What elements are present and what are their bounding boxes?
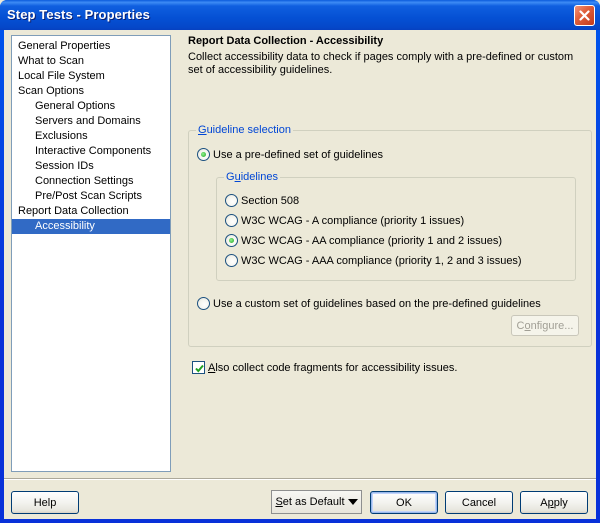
set-as-default-button[interactable]: Set as Default (271, 490, 362, 514)
ok-button[interactable]: OK (370, 491, 438, 514)
guideline-option-radio[interactable]: Section 508 (225, 193, 299, 208)
tree-item[interactable]: Pre/Post Scan Scripts (12, 189, 170, 204)
configure-button[interactable]: Co nfigure... (511, 315, 579, 336)
tree-item[interactable]: Session IDs (12, 159, 170, 174)
radio-button[interactable] (197, 297, 210, 310)
radio-button[interactable] (197, 148, 210, 161)
tree-item[interactable]: Local File System (12, 69, 170, 84)
code-fragments-label: Also collect code fragments for accessib… (208, 361, 458, 374)
dropdown-arrow-icon (347, 499, 358, 505)
guideline-option-radio[interactable]: W3C WCAG - AAA compliance (priority 1, 2… (225, 253, 522, 268)
radio-button[interactable] (225, 214, 238, 227)
tree-item[interactable]: General Properties (12, 39, 170, 54)
guideline-option-label: W3C WCAG - AA compliance (priority 1 and… (241, 234, 503, 247)
category-tree[interactable]: General Properties What to Scan Local File… (11, 35, 171, 472)
window-title: Step Tests - Properties (7, 7, 150, 22)
tree-item[interactable]: Exclusions (12, 129, 170, 144)
checkbox[interactable] (192, 361, 205, 374)
custom-guidelines-label: Use a custom set of guidelines based on … (213, 297, 541, 310)
guidelines-legend: Guidelines (224, 170, 280, 184)
dialog-client: General Properties What to Scan Local File… (4, 30, 596, 519)
cancel-button[interactable]: Cancel (445, 491, 513, 514)
guideline-selection-group: Guideline selection Use a pre-defined se… (188, 123, 592, 347)
guideline-option-radio[interactable]: W3C WCAG - A compliance (priority 1 issu… (225, 213, 464, 228)
close-icon (579, 10, 590, 21)
tree-item[interactable]: Report Data Collection (12, 204, 170, 219)
radio-button[interactable] (225, 254, 238, 267)
custom-guidelines-radio[interactable]: Use a custom set of guidelines based on … (197, 296, 541, 311)
title-bar[interactable]: Step Tests - Properties (0, 0, 600, 30)
predefined-guidelines-radio[interactable]: Use a pre-defined set of guidelines (197, 147, 383, 162)
tree-item[interactable]: Accessibility (12, 219, 170, 234)
tree-item[interactable]: General Options (12, 99, 170, 114)
radio-button[interactable] (225, 234, 238, 247)
dialog-window: Step Tests - Properties General Properti… (0, 0, 600, 523)
predefined-guidelines-label: Use a pre-defined set of guidelines (213, 148, 383, 161)
tree-item[interactable]: Interactive Components (12, 144, 170, 159)
radio-button[interactable] (225, 194, 238, 207)
panel-description: Collect accessibility data to check if p… (188, 51, 574, 76)
guideline-selection-legend: Guideline selection (196, 123, 293, 137)
guidelines-group: Guidelines Section 508 W3C WCAG - A compl… (216, 170, 576, 281)
guideline-option-label: W3C WCAG - AAA compliance (priority 1, 2… (241, 254, 522, 267)
tree-item[interactable]: Connection Settings (12, 174, 170, 189)
tree-item[interactable]: Scan Options (12, 84, 170, 99)
guideline-option-radio[interactable]: W3C WCAG - AA compliance (priority 1 and… (225, 233, 502, 248)
apply-button[interactable]: Ap ply (520, 491, 588, 514)
panel-title: Report Data Collection - Accessibility (188, 35, 384, 47)
help-button[interactable]: Help (11, 491, 79, 514)
close-button[interactable] (574, 5, 595, 26)
tree-item[interactable]: Servers and Domains (12, 114, 170, 129)
settings-panel: Report Data Collection - Accessibility C… (188, 30, 592, 470)
guideline-option-label: Section 508 (241, 194, 300, 207)
tree-item[interactable]: What to Scan (12, 54, 170, 69)
code-fragments-checkbox[interactable]: Also collect code fragments for accessib… (192, 360, 457, 375)
guideline-option-label: W3C WCAG - A compliance (priority 1 issu… (241, 214, 465, 227)
checkmark-icon (195, 364, 204, 373)
footer-divider (4, 478, 596, 480)
